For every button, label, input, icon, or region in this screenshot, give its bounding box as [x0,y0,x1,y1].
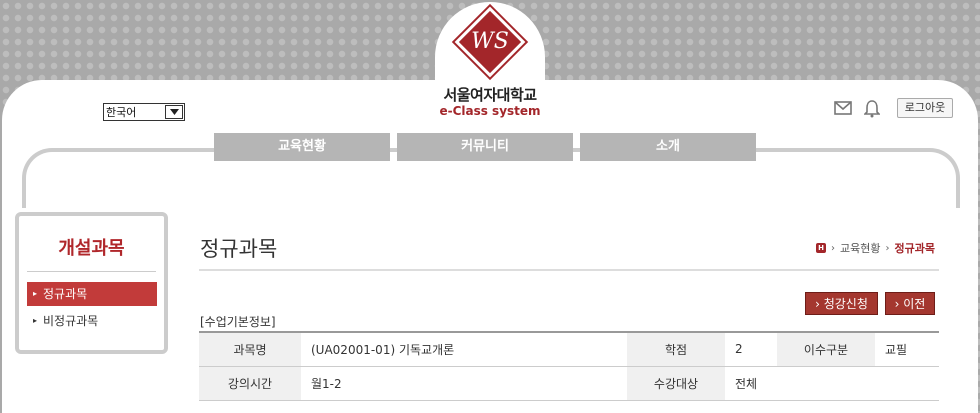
system-name: e-Class system [439,104,541,118]
mail-icon[interactable] [834,100,854,118]
nav-item-community[interactable]: 커뮤니티 [397,133,573,161]
page-title: 정규과목 [200,237,278,261]
sidebar-item-label: 정규과목 [43,287,88,301]
table-header-cell: 학점 [627,332,725,367]
title-divider [199,269,939,271]
sidebar-item-regular-courses[interactable]: ▸ 정규과목 [27,282,157,306]
breadcrumb-current: 정규과목 [894,242,935,255]
logout-button[interactable]: 로그아웃 [897,98,953,118]
table-cell: (UA02001-01) 기독교개론 [301,332,627,367]
table-header-cell: 이수구분 [777,332,875,367]
sidebar-divider [27,271,156,272]
table-cell: 전체 [725,366,939,401]
caret-right-icon: › [815,297,824,311]
section-label: [수업기본정보] [200,315,276,329]
breadcrumb-item[interactable]: 교육현황 [840,240,880,256]
nav-item-about[interactable]: 소개 [580,133,756,161]
table-header-cell: 수강대상 [627,366,725,401]
sidebar: 개설과목 ▸ 정규과목 ▸ 비정규과목 [15,212,168,354]
chevron-down-icon [165,105,183,119]
table-cell: 2 [725,332,777,367]
table-cell: 교필 [875,332,939,367]
caret-right-icon: ▸ [33,316,38,325]
table-cell: 월1-2 [301,366,627,401]
breadcrumb: H › 교육현황 › 정규과목 [816,240,935,256]
sidebar-item-label: 비정규과목 [43,314,99,328]
table-row: 강의시간 월1-2 수강대상 전체 [199,366,939,401]
caret-right-icon: › [894,297,904,311]
course-info-table: 과목명 (UA02001-01) 기독교개론 학점 2 이수구분 교필 강의시간… [199,331,939,401]
table-row: 과목명 (UA02001-01) 기독교개론 학점 2 이수구분 교필 [199,332,939,367]
sidebar-item-non-regular-courses[interactable]: ▸ 비정규과목 [27,309,157,333]
enroll-button-label: 청강신청 [823,297,868,311]
back-button[interactable]: › 이전 [885,292,935,315]
enroll-button[interactable]: › 청강신청 [805,292,878,315]
language-value: 한국어 [106,106,137,119]
language-select[interactable]: 한국어 [103,103,185,121]
breadcrumb-separator: › [885,242,890,254]
university-name: 서울여자대학교 [443,86,537,104]
table-header-cell: 과목명 [199,332,301,367]
logo-monogram-icon: WS [471,29,509,54]
table-header-cell: 강의시간 [199,366,301,401]
bell-icon[interactable] [863,100,884,118]
breadcrumb-separator: › [831,242,836,254]
sidebar-title: 개설과목 [58,238,125,259]
caret-right-icon: ▸ [33,289,38,298]
back-button-label: 이전 [903,297,926,311]
nav-item-education-status[interactable]: 교육현황 [214,133,390,161]
home-icon[interactable]: H [816,243,827,253]
